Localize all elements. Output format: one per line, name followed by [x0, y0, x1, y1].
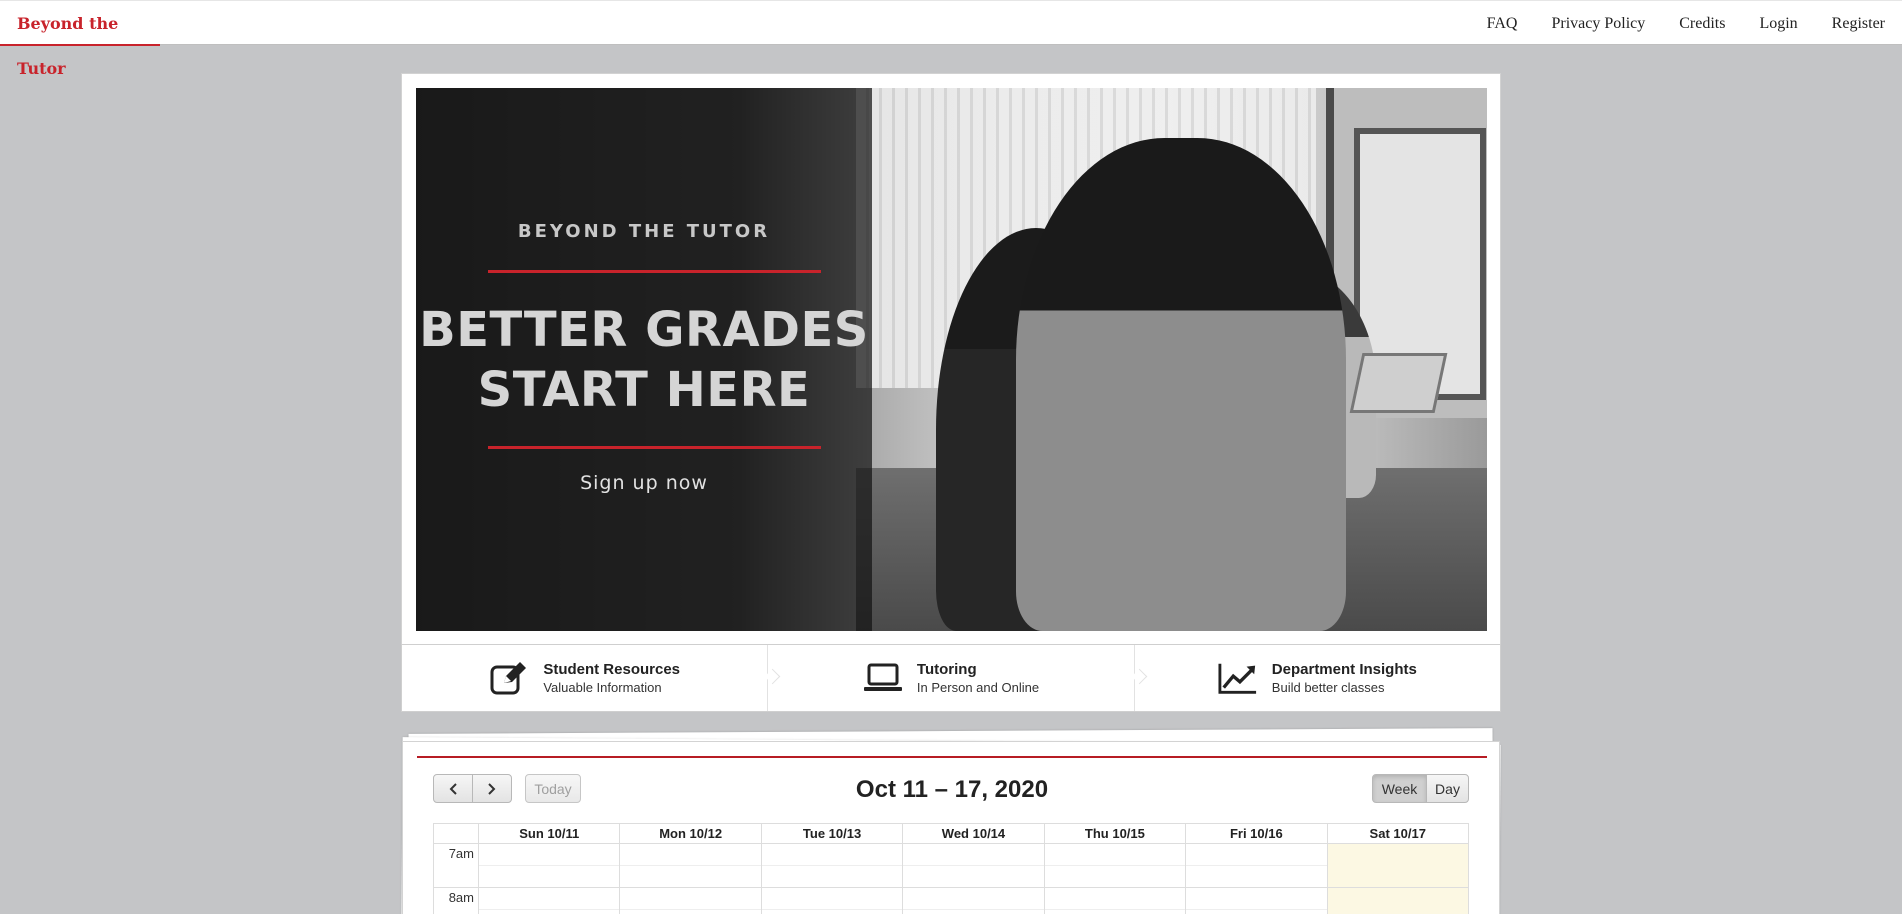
- photo-laptop: [1349, 353, 1448, 413]
- nav-link-privacy-policy[interactable]: Privacy Policy: [1534, 1, 1662, 46]
- feature-subtitle: In Person and Online: [916, 680, 1040, 695]
- feature-subtitle: Valuable Information: [543, 680, 662, 695]
- navbar: Beyond the Tutor FAQ Privacy Policy Cred…: [0, 0, 1902, 78]
- time-slot[interactable]: [620, 844, 762, 887]
- time-slot[interactable]: [1044, 844, 1187, 887]
- day-header-mon: Mon 10/12: [620, 824, 762, 843]
- time-row-7am: 7am: [434, 844, 1468, 888]
- hero-divider-bottom: [488, 446, 821, 449]
- time-slot[interactable]: [479, 844, 621, 887]
- time-row-8am: 8am: [434, 888, 1468, 914]
- chart-line-icon: [1218, 660, 1258, 696]
- feature-department-insights[interactable]: Department Insights Build better classes: [1133, 645, 1500, 711]
- time-slot[interactable]: [903, 844, 1045, 887]
- week-view-button[interactable]: Week: [1372, 774, 1427, 803]
- time-slot-today[interactable]: [1327, 888, 1468, 914]
- time-label: 8am: [434, 888, 479, 914]
- feature-title: Tutoring: [916, 661, 977, 678]
- brand-link[interactable]: Beyond the Tutor: [0, 1, 160, 78]
- calendar-title: Oct 11 – 17, 2020: [855, 776, 1049, 803]
- day-header-tue: Tue 10/13: [762, 824, 904, 843]
- nav-link-credits[interactable]: Credits: [1662, 1, 1742, 46]
- photo-student-2: [1016, 138, 1346, 631]
- hero-divider-top: [488, 270, 821, 273]
- time-slot[interactable]: [903, 888, 1045, 914]
- feature-tutoring[interactable]: Tutoring In Person and Online: [767, 645, 1133, 711]
- hero-headline-line-2: START HERE: [477, 362, 811, 418]
- feature-title: Department Insights: [1271, 661, 1417, 678]
- hero-headline-line-1: BETTER GRADES: [419, 302, 869, 358]
- feature-subtitle: Build better classes: [1271, 680, 1385, 695]
- day-header-thu: Thu 10/15: [1045, 824, 1187, 843]
- day-view-button[interactable]: Day: [1426, 774, 1469, 803]
- nav-link-faq[interactable]: FAQ: [1470, 1, 1535, 46]
- hero-brand: BEYOND THE TUTOR: [517, 221, 771, 242]
- calendar-header-row: Sun 10/11 Mon 10/12 Tue 10/13 Wed 10/14 …: [434, 824, 1468, 844]
- signup-link[interactable]: Sign up now: [416, 472, 872, 494]
- feature-title: Student Resources: [543, 661, 681, 678]
- time-gutter: [434, 824, 479, 843]
- feature-text: Department Insights Build better classes: [1272, 661, 1417, 695]
- nav-link-register[interactable]: Register: [1815, 1, 1902, 46]
- calendar-card: Today Oct 11 – 17, 2020 Week Day Sun 10/…: [402, 741, 1500, 914]
- time-slot[interactable]: [761, 888, 904, 914]
- feature-student-resources[interactable]: Student Resources Valuable Information: [402, 645, 767, 711]
- time-label: 7am: [434, 844, 479, 887]
- time-slot[interactable]: [479, 888, 621, 914]
- time-slot[interactable]: [1044, 888, 1187, 914]
- day-header-sat: Sat 10/17: [1369, 826, 1426, 841]
- calendar-grid: Sun 10/11 Mon 10/12 Tue 10/13 Wed 10/14 …: [433, 823, 1469, 914]
- nav-link-login[interactable]: Login: [1742, 1, 1814, 46]
- feature-text: Student Resources Valuable Information: [543, 661, 680, 695]
- day-header-fri: Fri 10/16: [1186, 824, 1328, 843]
- time-slot[interactable]: [761, 844, 904, 887]
- time-slot[interactable]: [1186, 844, 1328, 887]
- edit-icon: [489, 660, 529, 696]
- feature-bar: Student Resources Valuable Information T…: [401, 644, 1501, 712]
- time-slot[interactable]: [620, 888, 762, 914]
- hero-card: BEYOND THE TUTOR BETTER GRADES START HER…: [401, 73, 1501, 644]
- day-header-wed: Wed 10/14: [903, 824, 1045, 843]
- time-slot-today[interactable]: [1327, 844, 1468, 887]
- calendar: Today Oct 11 – 17, 2020 Week Day Sun 10/…: [417, 756, 1487, 914]
- day-header-sun: Sun 10/11: [479, 824, 621, 843]
- hero-headline: BETTER GRADES START HERE: [416, 300, 872, 420]
- laptop-icon: [863, 660, 903, 696]
- time-slot[interactable]: [1186, 888, 1328, 914]
- hero-overlay: BEYOND THE TUTOR BETTER GRADES START HER…: [416, 88, 872, 631]
- nav-links: FAQ Privacy Policy Credits Login Registe…: [1470, 1, 1902, 46]
- feature-text: Tutoring In Person and Online: [917, 661, 1039, 695]
- hero-banner[interactable]: BEYOND THE TUTOR BETTER GRADES START HER…: [416, 88, 1487, 631]
